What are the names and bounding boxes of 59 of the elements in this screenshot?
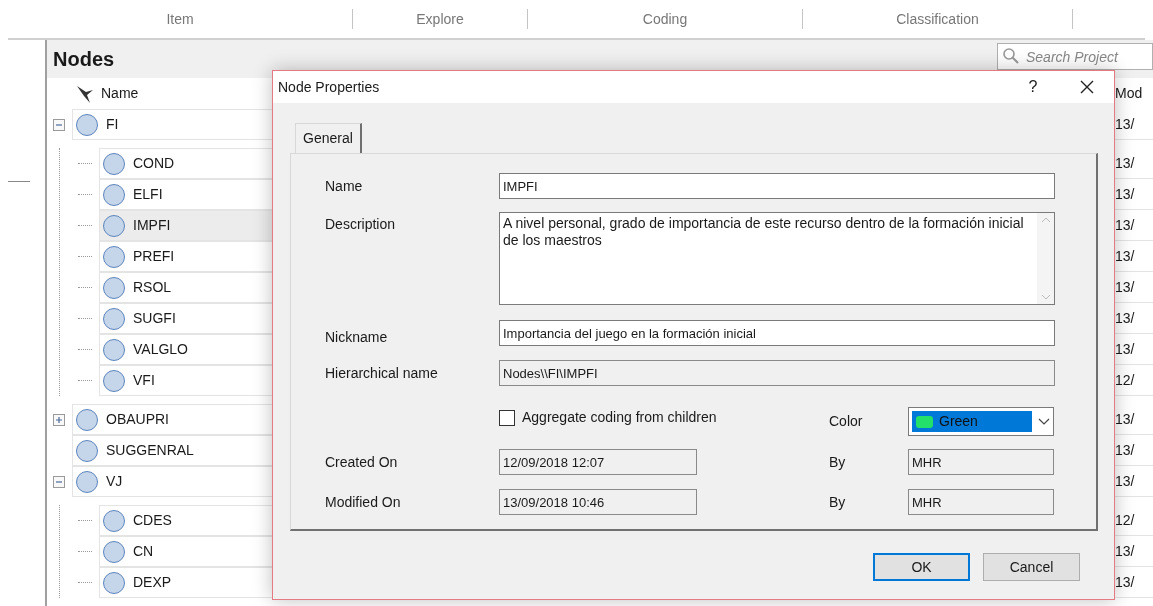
ribbon-group-label: Coding [642, 9, 688, 29]
node-icon [103, 245, 125, 268]
field-label: Created On [325, 452, 399, 472]
field-label: Color [829, 412, 864, 431]
field-label: Hierarchical name [325, 363, 439, 383]
dialog-button[interactable]: OK [873, 553, 970, 581]
node-icon [103, 307, 125, 330]
scroll-up-icon[interactable] [1040, 217, 1051, 223]
field-label: Modified On [325, 492, 402, 512]
scroll-down-icon[interactable] [1040, 294, 1051, 300]
node-icon [76, 113, 98, 136]
column-header[interactable]: Name [101, 83, 139, 105]
node-icon [103, 338, 125, 361]
node-icon [103, 369, 125, 392]
field-label: By [829, 492, 847, 512]
field-label: Name [325, 176, 364, 196]
ribbon-group-label: Explore [416, 9, 464, 29]
search-field[interactable]: Search Project [997, 43, 1153, 71]
caret-icon [1038, 417, 1050, 426]
tab[interactable]: General [295, 123, 362, 153]
checkbox[interactable] [499, 409, 515, 426]
user-field[interactable]: MHR [908, 489, 1054, 515]
color-dropdown[interactable]: Green [908, 407, 1054, 436]
collapse-icon[interactable] [53, 475, 65, 488]
help-button[interactable]: ? [1018, 75, 1048, 99]
node-icon [76, 408, 98, 431]
node-icon [103, 152, 125, 175]
ribbon-group-label: Classification [896, 9, 979, 29]
expand-icon[interactable] [53, 413, 65, 426]
date-field[interactable]: 12/09/2018 12:07 [499, 449, 697, 475]
node-icon [103, 540, 125, 563]
description-field[interactable]: A nivel personal, grado de importancia de este recurso dentro de la formación inicial de los maestros [499, 212, 1055, 305]
field-label: By [829, 452, 847, 472]
search-icon [1002, 47, 1020, 66]
node-icon [103, 509, 125, 532]
dialog-button[interactable]: Cancel [983, 553, 1080, 581]
date-field[interactable]: 13/09/2018 10:46 [499, 489, 697, 515]
name-field[interactable]: IMPFI [499, 173, 1055, 199]
node-icon [76, 470, 98, 493]
pin-icon [75, 83, 95, 104]
node-icon [103, 183, 125, 206]
checkbox-label[interactable]: Aggregate coding from children [522, 407, 717, 428]
collapse-icon[interactable] [53, 118, 65, 131]
node-icon [103, 276, 125, 299]
column-header[interactable]: Mod [1115, 83, 1153, 105]
node-icon [103, 214, 125, 237]
nickname-field[interactable]: Importancia del juego en la formación inicial [499, 320, 1055, 346]
field-label: Description [325, 215, 397, 234]
panel-title: Nodes [53, 47, 115, 73]
dropdown-value: Green [939, 412, 978, 431]
dialog-title: Node Properties [278, 77, 381, 97]
close-icon [1080, 80, 1094, 94]
scrollbar[interactable] [1037, 213, 1054, 304]
ribbon-group-label: Item [166, 9, 194, 29]
hierarchical-name-field[interactable]: Nodes\\FI\IMPFI [499, 360, 1055, 386]
user-field[interactable]: MHR [908, 449, 1054, 475]
node-icon [76, 439, 98, 462]
field-label: Nickname [325, 327, 389, 347]
node-icon [103, 571, 125, 594]
